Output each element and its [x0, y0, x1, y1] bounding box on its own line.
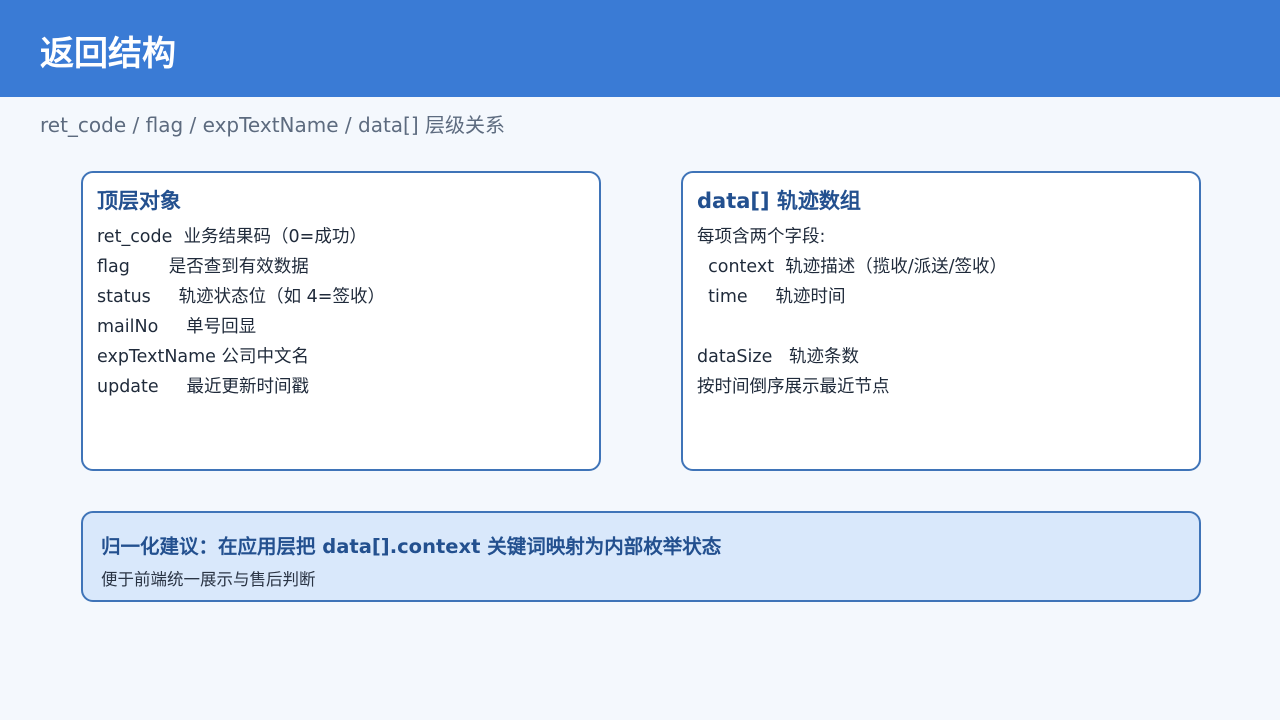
field-item-exptextname: expTextName 公司中文名 — [97, 347, 310, 367]
field-item-update: update 最近更新时间戳 — [97, 377, 309, 397]
card-title: data[] 轨迹数组 — [697, 189, 861, 213]
top-level-object-card: 顶层对象 ret_code 业务结果码（0=成功） flag 是否查到有效数据 … — [81, 171, 601, 471]
field-item-time: time 轨迹时间 — [697, 287, 846, 307]
field-list: ret_code 业务结果码（0=成功） flag 是否查到有效数据 statu… — [97, 224, 385, 404]
field-item-flag: flag 是否查到有效数据 — [97, 257, 309, 277]
field-item-mailno: mailNo 单号回显 — [97, 317, 257, 337]
field-item-spacer — [697, 314, 1007, 344]
field-item-ret-code: ret_code 业务结果码（0=成功） — [97, 227, 367, 247]
callout-title: 归一化建议：在应用层把 data[].context 关键词映射为内部枚举状态 — [101, 535, 722, 558]
field-item-context: context 轨迹描述（揽收/派送/签收） — [697, 257, 1008, 277]
page-title: 返回结构 — [40, 34, 176, 74]
field-item-order-note: 按时间倒序展示最近节点 — [697, 377, 890, 397]
slide-header: 返回结构 — [0, 0, 1280, 97]
normalization-callout: 归一化建议：在应用层把 data[].context 关键词映射为内部枚举状态 … — [81, 511, 1201, 602]
field-item-status: status 轨迹状态位（如 4=签收） — [97, 287, 385, 307]
field-item-intro: 每项含两个字段: — [697, 227, 826, 247]
page-subtitle: ret_code / flag / expTextName / data[] 层… — [40, 113, 506, 137]
callout-subtitle: 便于前端统一展示与售后判断 — [101, 570, 316, 589]
field-list: 每项含两个字段: context 轨迹描述（揽收/派送/签收） time 轨迹时… — [697, 224, 1007, 404]
card-title: 顶层对象 — [97, 189, 181, 213]
data-array-card: data[] 轨迹数组 每项含两个字段: context 轨迹描述（揽收/派送/… — [681, 171, 1201, 471]
field-item-datasize: dataSize 轨迹条数 — [697, 347, 860, 367]
